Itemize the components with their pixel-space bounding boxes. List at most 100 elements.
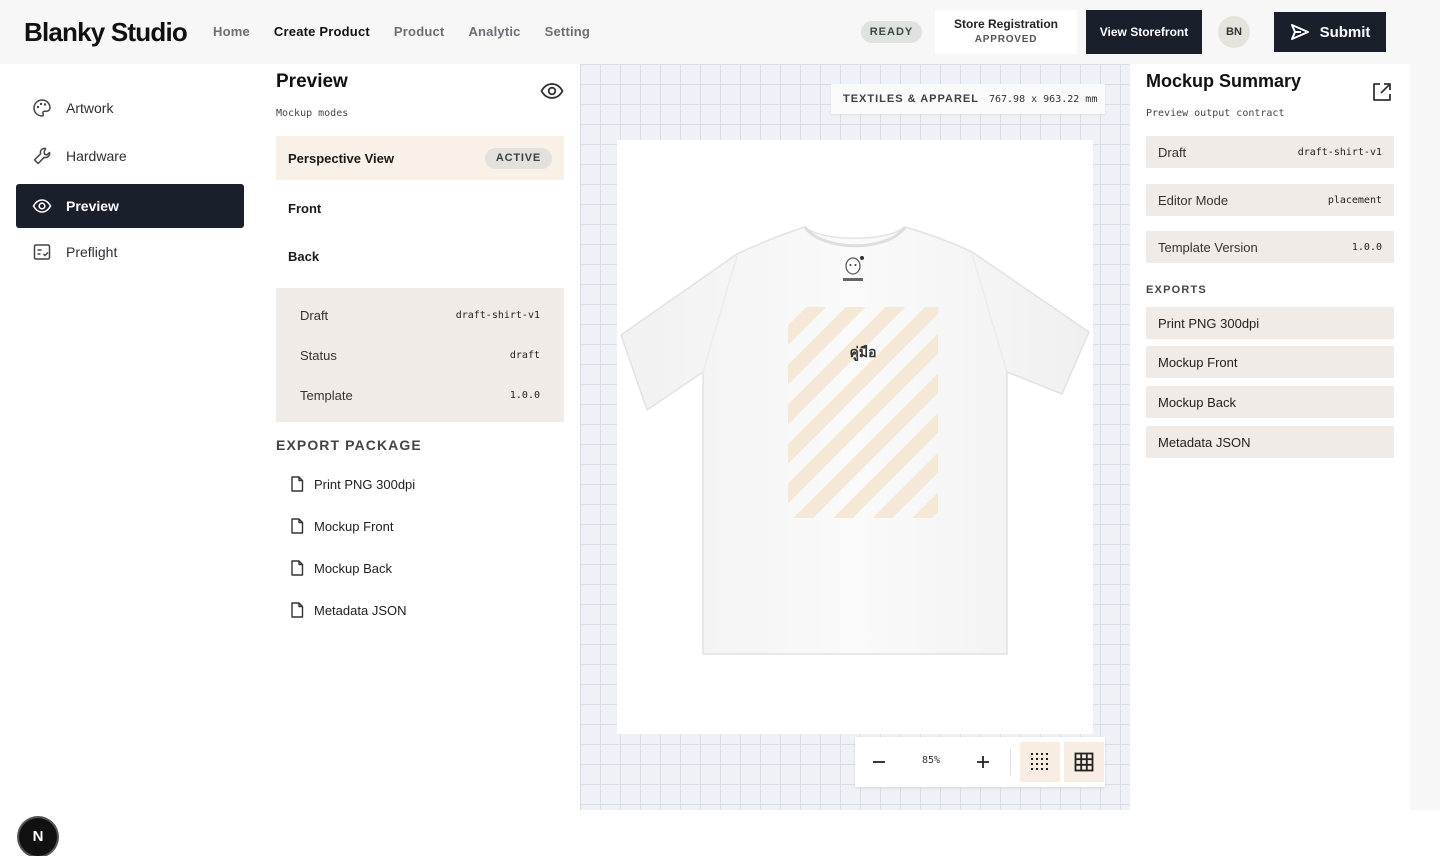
sidebar-item-label: Preview — [66, 198, 119, 214]
store-registration-title: Store Registration — [953, 17, 1058, 31]
preview-title: Preview — [276, 71, 348, 92]
mode-front[interactable]: Front — [276, 186, 564, 230]
nav-create-product[interactable]: Create Product — [274, 24, 370, 39]
summary-export-item[interactable]: Mockup Back — [1146, 386, 1394, 418]
info-value: draft-shirt-v1 — [455, 310, 540, 321]
top-bar: Blanky Studio Home Create Product Produc… — [0, 0, 1440, 64]
submit-label: Submit — [1319, 23, 1371, 41]
product-category: TEXTILES & APPAREL — [843, 93, 979, 105]
preview-subtitle: Mockup modes — [276, 108, 349, 119]
info-row-draft: Draft draft-shirt-v1 — [300, 308, 540, 323]
info-row-template: Template 1.0.0 — [300, 388, 540, 403]
export-package-heading: EXPORT PACKAGE — [276, 437, 422, 453]
dot-grid-icon — [1031, 753, 1048, 770]
brand-logo[interactable]: Blanky Studio — [24, 17, 188, 48]
nav-product[interactable]: Product — [394, 24, 445, 39]
artboard[interactable]: คู่มือ — [617, 140, 1093, 734]
zoom-in-button[interactable] — [967, 746, 999, 778]
zoom-level: 85% — [921, 755, 941, 766]
product-dimensions: 767.98 x 963.22 mm — [988, 93, 1098, 105]
print-area[interactable] — [788, 307, 938, 518]
dot-grid-toggle[interactable] — [1020, 742, 1060, 782]
file-icon — [291, 602, 304, 618]
send-icon — [1290, 24, 1309, 40]
zoom-toolbar: 85% — [855, 737, 1105, 787]
status-badge: READY — [861, 21, 922, 43]
submit-button[interactable]: Submit — [1274, 12, 1386, 52]
store-registration-status: APPROVED — [974, 34, 1038, 45]
eye-icon[interactable] — [540, 82, 564, 100]
palette-icon — [33, 99, 51, 117]
file-icon — [291, 476, 304, 492]
sidebar-item-hardware[interactable]: Hardware — [16, 134, 244, 178]
export-item[interactable]: Mockup Front — [290, 518, 393, 534]
file-icon — [291, 518, 304, 534]
avatar[interactable]: BN — [1218, 16, 1250, 48]
info-label: Template — [300, 388, 353, 403]
minus-icon — [873, 761, 885, 763]
summary-export-item[interactable]: Print PNG 300dpi — [1146, 307, 1394, 339]
main-nav: Home Create Product Product Analytic Set… — [213, 24, 614, 39]
info-value: 1.0.0 — [509, 390, 540, 401]
nav-setting[interactable]: Setting — [545, 24, 590, 39]
summary-value: placement — [1327, 194, 1382, 206]
info-value: draft — [509, 350, 540, 361]
info-label: Status — [300, 348, 337, 363]
export-item[interactable]: Print PNG 300dpi — [290, 476, 415, 492]
mode-label: Front — [288, 200, 322, 216]
file-icon — [291, 560, 304, 576]
sidebar-item-artwork[interactable]: Artwork — [16, 86, 244, 130]
sidebar: Artwork Hardware Preview Preflight N — [0, 64, 260, 856]
info-row-status: Status draft — [300, 348, 540, 363]
external-link-icon[interactable] — [1371, 81, 1393, 103]
artwork-text: คู่มือ — [849, 345, 876, 361]
sidebar-item-preview[interactable]: Preview — [16, 184, 244, 228]
summary-label: Draft — [1158, 144, 1187, 160]
grid-icon — [1074, 752, 1094, 772]
design-canvas[interactable]: TEXTILES & APPAREL 767.98 x 963.22 mm คู… — [580, 64, 1130, 810]
checklist-icon — [33, 244, 51, 260]
mode-label: Back — [288, 248, 320, 264]
mode-perspective-view[interactable]: Perspective View ACTIVE — [276, 136, 564, 180]
summary-title: Mockup Summary — [1146, 71, 1302, 91]
tshirt-mockup: คู่มือ — [620, 226, 1090, 655]
summary-value: 1.0.0 — [1351, 241, 1382, 253]
divider — [1010, 749, 1011, 775]
sidebar-item-preflight[interactable]: Preflight — [16, 230, 244, 274]
export-item[interactable]: Metadata JSON — [290, 602, 407, 618]
view-storefront-button[interactable]: View Storefront — [1086, 10, 1202, 54]
info-label: Draft — [300, 308, 329, 323]
nav-analytic[interactable]: Analytic — [468, 24, 520, 39]
mode-label: Perspective View — [288, 150, 394, 166]
eye-icon — [32, 199, 52, 213]
export-item-label: Metadata JSON — [314, 602, 407, 618]
export-item-label: Print PNG 300dpi — [314, 476, 416, 492]
sidebar-item-label: Preflight — [66, 244, 118, 260]
export-item-label: Mockup Front — [314, 518, 394, 534]
summary-export-item[interactable]: Mockup Front — [1146, 346, 1394, 378]
active-badge: ACTIVE — [484, 148, 552, 169]
summary-subtitle: Preview output contract — [1146, 108, 1285, 119]
exports-heading: EXPORTS — [1146, 284, 1207, 296]
summary-row-draft: Draft draft-shirt-v1 — [1146, 136, 1394, 168]
draft-info-box: Draft draft-shirt-v1 Status draft Templa… — [276, 288, 564, 422]
plus-icon — [977, 756, 989, 768]
store-registration[interactable]: Store Registration APPROVED — [935, 10, 1077, 54]
grid-toggle[interactable] — [1064, 742, 1104, 782]
sidebar-item-label: Artwork — [66, 100, 114, 116]
export-item[interactable]: Mockup Back — [290, 560, 392, 576]
summary-label: Editor Mode — [1158, 192, 1229, 208]
summary-row-template-version: Template Version 1.0.0 — [1146, 231, 1394, 263]
framework-badge[interactable]: N — [19, 818, 57, 856]
right-gutter — [1410, 64, 1440, 810]
summary-row-editor-mode: Editor Mode placement — [1146, 184, 1394, 216]
sidebar-item-label: Hardware — [66, 148, 127, 164]
summary-value: draft-shirt-v1 — [1297, 146, 1382, 158]
summary-label: Template Version — [1158, 239, 1258, 255]
export-item-label: Mockup Back — [314, 560, 393, 576]
nav-home[interactable]: Home — [213, 24, 250, 39]
zoom-out-button[interactable] — [863, 746, 895, 778]
mode-back[interactable]: Back — [276, 234, 564, 278]
dimension-tag: TEXTILES & APPAREL 767.98 x 963.22 mm — [831, 84, 1105, 114]
summary-export-item[interactable]: Metadata JSON — [1146, 426, 1394, 458]
